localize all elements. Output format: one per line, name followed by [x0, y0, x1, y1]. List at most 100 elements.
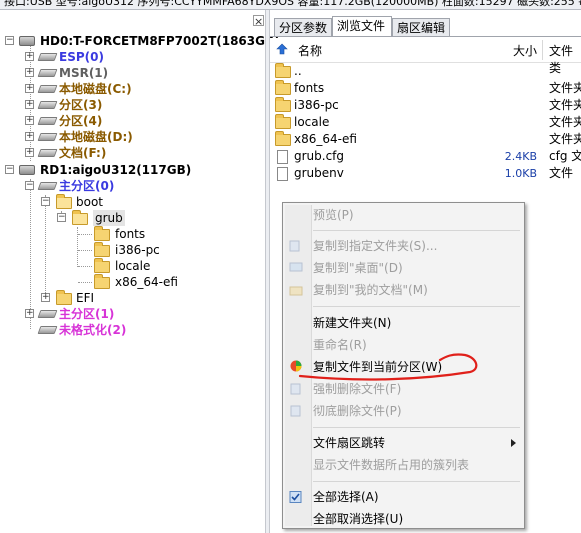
file-name: x86_64-efi — [294, 132, 357, 146]
expand-icon[interactable]: + — [25, 116, 34, 125]
expand-icon[interactable]: + — [25, 309, 34, 318]
partition-icon — [37, 182, 58, 190]
menu-item-preview[interactable]: 预览(P) — [313, 204, 354, 226]
file-size: 1.0KB — [504, 167, 537, 180]
tree-item-part4[interactable]: + 分区(4) — [0, 113, 260, 129]
tree-item-locale[interactable]: locale — [0, 258, 260, 274]
tree-label-efi: EFI — [76, 291, 95, 305]
file-type: 文件 — [549, 166, 574, 180]
menu-item-copy-to-desktop[interactable]: 复制到"桌面"(D) — [313, 257, 403, 279]
hard-disk-icon — [19, 36, 35, 46]
file-type: 文件夹 — [549, 81, 581, 95]
folder-icon — [56, 290, 72, 305]
tree-label-main0: 主分区(0) — [59, 179, 115, 193]
tab-sector-edit[interactable]: 扇区编辑 — [392, 18, 450, 36]
expand-icon[interactable]: + — [25, 100, 34, 109]
expand-icon[interactable]: + — [41, 293, 50, 302]
tree-item-grub[interactable]: − grub — [0, 210, 260, 226]
folder-icon — [275, 131, 291, 146]
tree-item-main0[interactable]: − 主分区(0) — [0, 178, 260, 194]
collapse-icon[interactable]: − — [41, 197, 50, 206]
copy-folder-icon — [289, 240, 300, 252]
file-icon — [277, 150, 288, 164]
file-type: 文件夹 — [549, 98, 581, 112]
tree-item-x86[interactable]: x86_64-efi — [0, 274, 260, 290]
folder-icon — [275, 80, 291, 95]
folder-open-icon — [56, 194, 72, 209]
menu-item-copy-to-folder[interactable]: 复制到指定文件夹(S)... — [313, 235, 437, 257]
menu-item-rename[interactable]: 重命名(R) — [313, 334, 367, 356]
usb-disk-icon — [19, 165, 35, 175]
up-arrow-icon[interactable] — [276, 43, 288, 55]
list-item[interactable]: x86_64-efi 文件夹 — [270, 131, 581, 148]
tree-label-x86: x86_64-efi — [115, 275, 178, 289]
list-item[interactable]: .. — [270, 63, 581, 80]
menu-item-force-delete[interactable]: 强制删除文件(F) — [313, 378, 401, 400]
tree-item-rd1[interactable]: − RD1:aigoU312(117GB) — [0, 162, 260, 178]
list-item[interactable]: grubenv 1.0KB 文件 — [270, 165, 581, 182]
tree-item-hd0[interactable]: − HD0:T-FORCETM8FP7002T(1863GB) — [0, 33, 280, 49]
tree-item-i386[interactable]: i386-pc — [0, 242, 260, 258]
tree-item-fonts[interactable]: fonts — [0, 226, 260, 242]
tree-item-part3[interactable]: + 分区(3) — [0, 97, 260, 113]
tree-item-esp[interactable]: + ESP(0) — [0, 49, 260, 65]
tree-label-hd0: HD0:T-FORCETM8FP7002T(1863GB) — [40, 34, 280, 48]
collapse-icon[interactable]: − — [5, 36, 14, 45]
expand-icon[interactable]: + — [25, 84, 34, 93]
file-name: grub.cfg — [294, 149, 345, 163]
menu-item-deselect-all[interactable]: 全部取消选择(U) — [313, 508, 403, 530]
list-item[interactable]: i386-pc 文件夹 — [270, 97, 581, 114]
expand-icon[interactable]: + — [25, 148, 34, 157]
expand-icon[interactable]: + — [25, 52, 34, 61]
file-list-header: 名称 大小 文件类 — [270, 38, 581, 75]
folder-icon — [94, 258, 110, 273]
tree-item-docs-f[interactable]: + 文档(F:) — [0, 145, 260, 161]
folder-icon — [94, 274, 110, 289]
file-icon — [277, 167, 288, 181]
menu-item-wipe-delete[interactable]: 彻底删除文件(P) — [313, 400, 402, 422]
collapse-icon[interactable]: − — [5, 165, 14, 174]
tree-label-i386: i386-pc — [115, 243, 160, 257]
tree-item-boot[interactable]: − boot — [0, 194, 260, 210]
column-name[interactable]: 名称 — [298, 42, 322, 59]
file-name: grubenv — [294, 166, 344, 180]
file-type: 文件夹 — [549, 115, 581, 129]
wipe-delete-icon — [290, 405, 301, 417]
tree-label-part3: 分区(3) — [59, 98, 103, 112]
list-item[interactable]: locale 文件夹 — [270, 114, 581, 131]
tab-partition-params[interactable]: 分区参数 — [274, 18, 332, 36]
force-delete-icon — [290, 383, 301, 395]
menu-item-new-folder[interactable]: 新建文件夹(N) — [313, 312, 391, 334]
tree-item-local-d[interactable]: + 本地磁盘(D:) — [0, 129, 260, 145]
partition-icon — [37, 149, 58, 157]
collapse-icon[interactable]: − — [57, 213, 66, 222]
menu-item-select-all[interactable]: 全部选择(A) — [313, 486, 379, 508]
expand-icon[interactable]: + — [25, 132, 34, 141]
tree-label-grub: grub — [93, 210, 125, 226]
list-item[interactable]: grub.cfg 2.4KB cfg 文件 — [270, 148, 581, 165]
partition-icon — [37, 85, 58, 93]
tree-label-msr: MSR(1) — [59, 66, 109, 80]
menu-item-show-clusters[interactable]: 显示文件数据所占用的簇列表 — [313, 454, 469, 476]
folder-icon — [275, 114, 291, 129]
tree-item-msr[interactable]: + MSR(1) — [0, 65, 260, 81]
tab-browse-files[interactable]: 浏览文件 — [332, 16, 392, 36]
folder-icon — [275, 63, 291, 78]
tree-item-unformatted[interactable]: 未格式化(2) — [0, 322, 260, 338]
collapse-icon[interactable]: − — [25, 181, 34, 190]
tree-label-local-d: 本地磁盘(D:) — [59, 130, 133, 144]
tree-label-locale: locale — [115, 259, 151, 273]
list-item[interactable]: fonts 文件夹 — [270, 80, 581, 97]
menu-item-copy-to-partition[interactable]: 复制文件到当前分区(W) — [313, 356, 442, 378]
expand-icon[interactable]: + — [25, 68, 34, 77]
column-size[interactable]: 大小 — [513, 42, 537, 59]
tree-label-part4: 分区(4) — [59, 114, 103, 128]
tree-item-efi[interactable]: + EFI — [0, 290, 260, 306]
tree-label-local-c: 本地磁盘(C:) — [59, 82, 132, 96]
menu-item-copy-to-documents[interactable]: 复制到"我的文档"(M) — [313, 279, 428, 301]
close-pane-icon[interactable]: × — [253, 15, 264, 27]
tree-item-local-c[interactable]: + 本地磁盘(C:) — [0, 81, 260, 97]
partition-icon — [37, 53, 58, 61]
menu-item-jump-sector[interactable]: 文件扇区跳转 — [313, 432, 385, 454]
tree-item-main1[interactable]: + 主分区(1) — [0, 306, 260, 322]
